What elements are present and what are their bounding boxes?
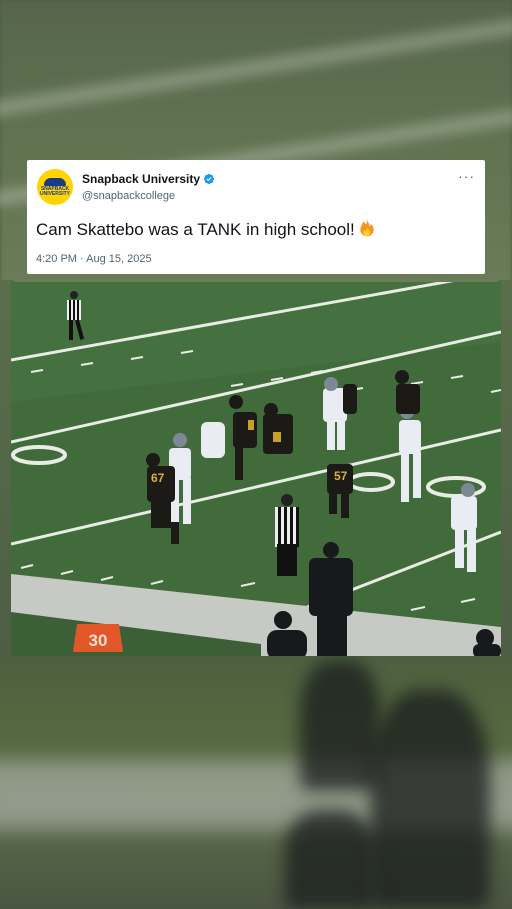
football-field-scene: 30 67 57 xyxy=(11,282,501,656)
yard-marker-number: 30 xyxy=(89,631,108,650)
tweet-card[interactable]: SNAPBACK UNIVERSITY Snapback University … xyxy=(27,160,485,274)
handle[interactable]: @snapbackcollege xyxy=(82,190,175,202)
tweet-text-content: Cam Skattebo was a TANK in high school! xyxy=(36,220,355,239)
avatar-logo-text: SNAPBACK UNIVERSITY xyxy=(39,186,70,197)
background-figure xyxy=(300,660,380,790)
tweet-text: Cam Skattebo was a TANK in high school! xyxy=(36,218,377,240)
verified-badge-icon xyxy=(203,173,215,185)
background-figure xyxy=(370,690,490,909)
display-name[interactable]: Snapback University xyxy=(82,172,215,186)
tweet-timestamp[interactable]: 4:20 PM · Aug 15, 2025 xyxy=(36,253,152,265)
background-figure xyxy=(285,810,375,909)
avatar[interactable]: SNAPBACK UNIVERSITY xyxy=(37,169,73,205)
video-player[interactable]: 30 67 57 xyxy=(11,282,501,656)
display-name-text[interactable]: Snapback University xyxy=(82,172,200,186)
cap-icon xyxy=(44,178,66,186)
fire-emoji-icon xyxy=(360,219,374,237)
more-options-icon[interactable]: ··· xyxy=(458,168,475,184)
jersey-number: 67 xyxy=(151,471,165,485)
jersey-number: 57 xyxy=(334,469,348,483)
